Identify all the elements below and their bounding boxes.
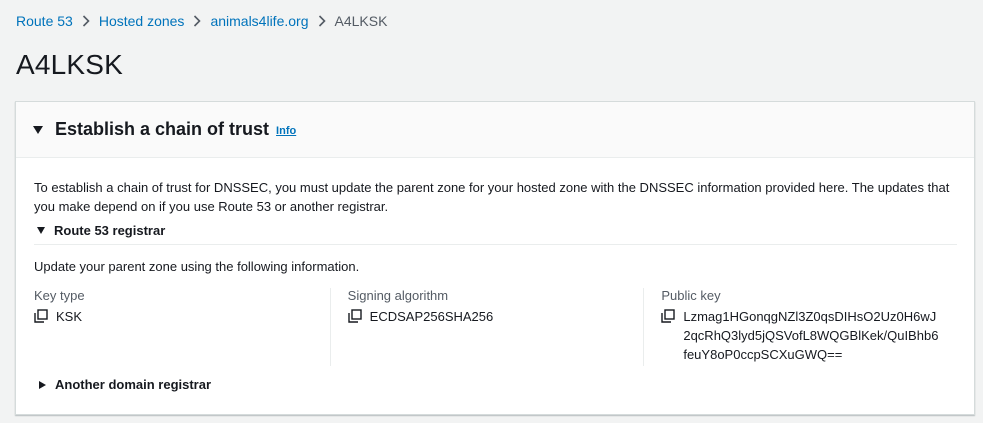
chevron-right-icon <box>318 15 326 27</box>
breadcrumb-zone[interactable]: animals4life.org <box>210 13 308 29</box>
key-type-value: KSK <box>56 309 83 324</box>
breadcrumb: Route 53 Hosted zones animals4life.org A… <box>16 13 387 29</box>
public-key-column: Public key Lzmag1HGonqgNZl3Z0qsDIHsO2Uz0… <box>643 288 957 366</box>
chevron-right-icon <box>82 15 90 27</box>
chevron-right-icon <box>193 15 202 27</box>
signing-algorithm-column: Signing algorithm ECDSAP256SHA256 <box>329 288 644 366</box>
signing-algorithm-value: ECDSAP256SHA256 <box>369 309 494 324</box>
info-link[interactable]: Info <box>276 125 296 137</box>
copy-icon[interactable] <box>34 309 48 323</box>
panel-title: Establish a chain of trust <box>55 119 270 139</box>
key-type-column: Key type KSK <box>34 288 330 366</box>
page-title: A4LKSK <box>16 49 124 80</box>
copy-icon[interactable] <box>661 309 676 323</box>
signing-algorithm-label: Signing algorithm <box>347 288 449 303</box>
caret-right-icon <box>39 380 46 389</box>
caret-down-icon <box>37 227 45 234</box>
route53-registrar-toggle[interactable]: Route 53 registrar <box>34 223 957 245</box>
intro-text: To establish a chain of trust for DNSSEC… <box>34 180 950 214</box>
update-instructions: Update your parent zone using the follow… <box>34 259 360 274</box>
breadcrumb-route53[interactable]: Route 53 <box>16 13 73 29</box>
chain-of-trust-panel: Establish a chain of trust Info To estab… <box>15 101 975 415</box>
breadcrumb-hosted-zones[interactable]: Hosted zones <box>99 13 185 29</box>
route53-registrar-title: Route 53 registrar <box>54 223 166 238</box>
copy-icon[interactable] <box>347 309 362 323</box>
public-key-value: Lzmag1HGonqgNZl3Z0qsDIHsO2Uz0H6wJ2qcRhQ3… <box>683 309 939 362</box>
breadcrumb-current: A4LKSK <box>334 13 388 29</box>
caret-down-icon <box>33 125 43 134</box>
key-details: Key type KSK Signing algorithm ECDSAP256… <box>34 288 957 366</box>
key-type-label: Key type <box>34 288 85 303</box>
chain-of-trust-header[interactable]: Establish a chain of trust Info <box>16 102 974 158</box>
another-registrar-title: Another domain registrar <box>55 377 212 392</box>
public-key-label: Public key <box>661 288 721 303</box>
another-registrar-toggle[interactable]: Another domain registrar <box>34 377 211 392</box>
